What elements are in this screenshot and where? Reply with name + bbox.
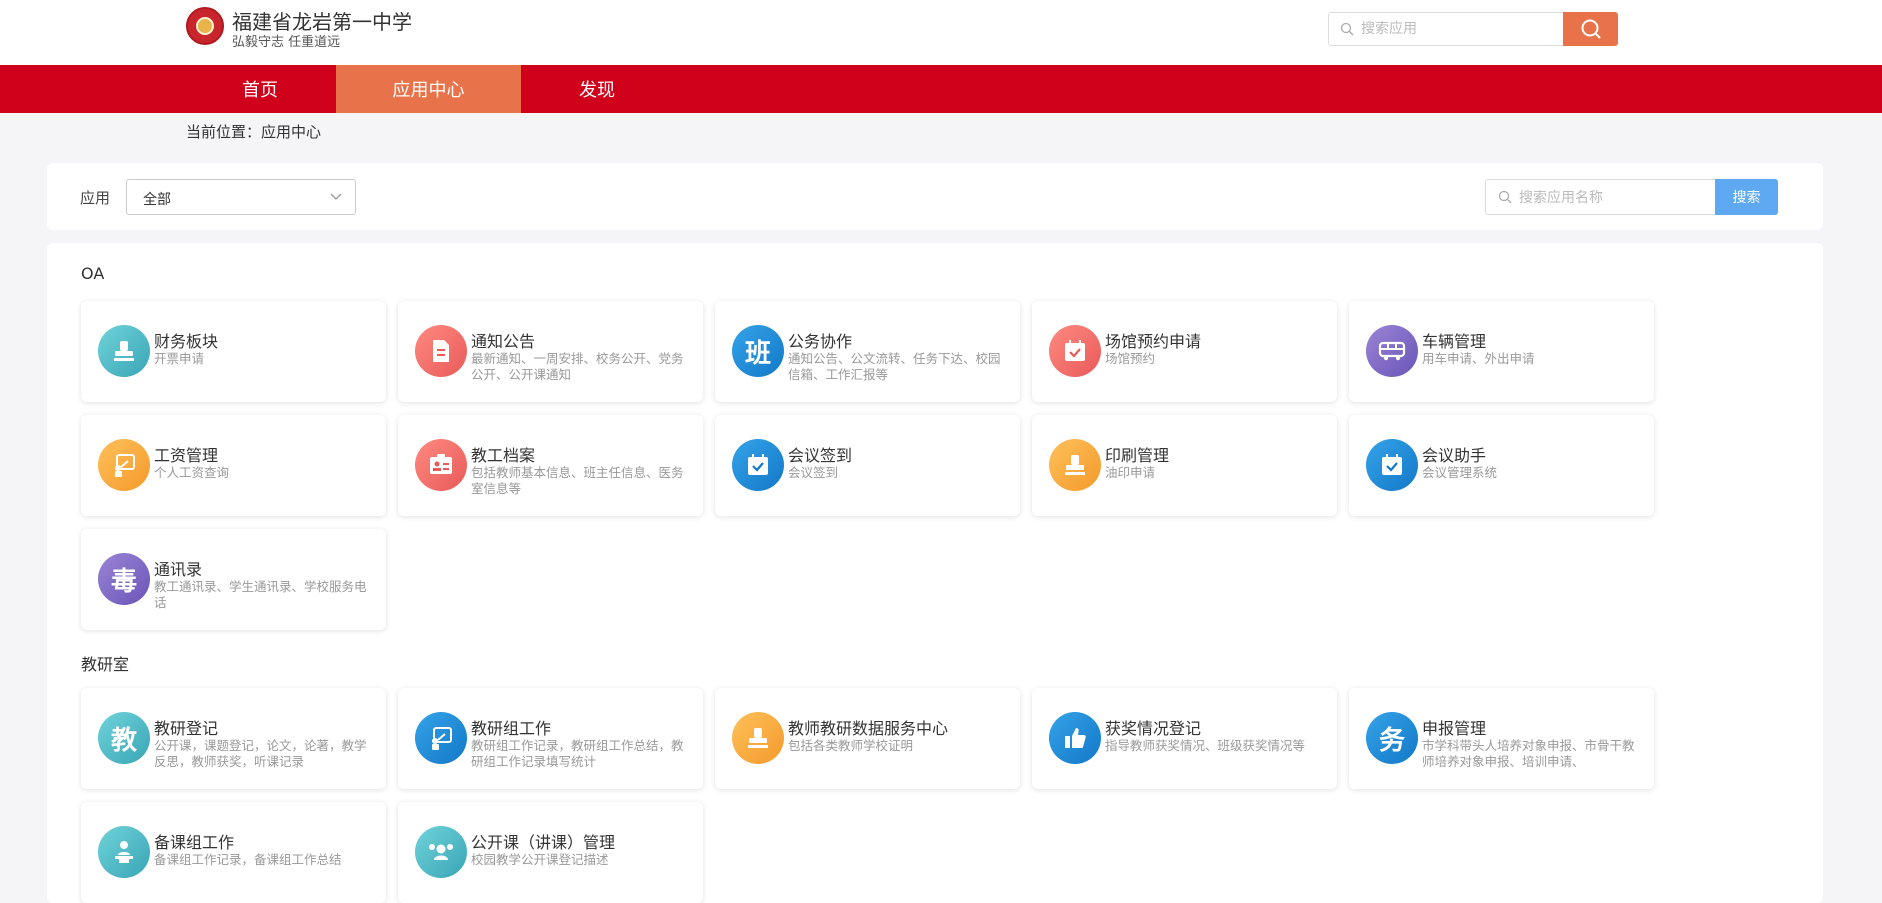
id-card-icon [415, 439, 467, 491]
app-title: 通知公告 [471, 332, 536, 351]
school-emblem-icon[interactable] [186, 7, 224, 45]
app-desc: 指导教师获奖情况、班级获奖情况等 [1105, 738, 1306, 753]
search-icon [1340, 22, 1354, 36]
app-title: 备课组工作 [154, 833, 235, 852]
app-card[interactable]: 印刷管理 油印申请 [1032, 415, 1337, 516]
app-card[interactable]: 会议助手 会议管理系统 [1349, 415, 1654, 516]
nav-discover[interactable]: 发现 [521, 65, 673, 113]
search-icon [1498, 190, 1512, 204]
category-select-value: 全部 [143, 192, 171, 208]
section-title-jiaoyan: 教研室 [81, 655, 130, 674]
text-du-icon: 毒 [98, 553, 150, 605]
app-card[interactable]: 财务板块 开票申请 [81, 301, 386, 402]
app-title: 教师教研数据服务中心 [788, 719, 949, 738]
app-search-input[interactable] [1519, 187, 1709, 209]
app-title: 教研登记 [154, 719, 219, 738]
top-search-button[interactable] [1563, 12, 1618, 46]
bus-icon [1366, 325, 1418, 377]
stamp-icon [98, 325, 150, 377]
app-title: 车辆管理 [1422, 332, 1487, 351]
app-desc: 公开课，课题登记，论文，论著，教学反思，教师获奖，听课记录 [154, 738, 367, 769]
filter-bar: 应用 全部 搜索 [47, 163, 1823, 230]
calendar-check-icon [1049, 325, 1101, 377]
app-search-box[interactable] [1485, 179, 1715, 215]
thumbs-up-icon [1049, 712, 1101, 764]
app-title: 工资管理 [154, 446, 219, 465]
app-desc: 会议管理系统 [1422, 465, 1498, 480]
app-card[interactable]: 务 申报管理 市学科带头人培养对象申报、市骨干教师培养对象申报、培训申请、 [1349, 688, 1654, 789]
app-card[interactable]: 教研组工作 教研组工作记录，教研组工作总结，教研组工作记录填写统计 [398, 688, 703, 789]
app-desc: 油印申请 [1105, 465, 1156, 480]
stamp-icon [732, 712, 784, 764]
filter-label: 应用 [80, 189, 111, 207]
app-desc: 通知公告、公文流转、任务下达、校园信箱、工作汇报等 [788, 351, 1001, 382]
chevron-down-icon [330, 193, 342, 200]
app-search-button[interactable]: 搜索 [1715, 179, 1778, 215]
app-title: 通讯录 [154, 560, 203, 579]
app-desc: 会议签到 [788, 465, 839, 480]
app-title: 教研组工作 [471, 719, 552, 738]
app-desc: 包括各类教师学校证明 [788, 738, 914, 753]
main-nav: 首页 应用中心 发现 [0, 65, 1882, 113]
magnifier-icon [1581, 19, 1601, 39]
app-desc: 最新通知、一周安排、校务公开、党务公开、公开课通知 [471, 351, 684, 382]
app-title: 教工档案 [471, 446, 536, 465]
app-card[interactable]: 会议签到 会议签到 [715, 415, 1020, 516]
app-card[interactable]: 教工档案 包括教师基本信息、班主任信息、医务室信息等 [398, 415, 703, 516]
app-title: 会议助手 [1422, 446, 1487, 465]
presentation-icon [98, 439, 150, 491]
group-icon [415, 826, 467, 878]
app-card[interactable]: 教师教研数据服务中心 包括各类教师学校证明 [715, 688, 1020, 789]
app-title: 会议签到 [788, 446, 853, 465]
app-card[interactable]: 车辆管理 用车申请、外出申请 [1349, 301, 1654, 402]
app-title: 获奖情况登记 [1105, 719, 1202, 738]
top-search-input[interactable] [1361, 18, 1557, 40]
app-desc: 教工通讯录、学生通讯录、学校服务电话 [154, 579, 367, 610]
app-desc: 个人工资查询 [154, 465, 230, 480]
app-card[interactable]: 场馆预约申请 场馆预约 [1032, 301, 1337, 402]
app-card[interactable]: 毒 通讯录 教工通讯录、学生通讯录、学校服务电话 [81, 529, 386, 630]
app-title: 财务板块 [154, 332, 219, 351]
app-desc: 开票申请 [154, 351, 205, 366]
document-icon [415, 325, 467, 377]
app-card[interactable]: 班 公务协作 通知公告、公文流转、任务下达、校园信箱、工作汇报等 [715, 301, 1020, 402]
app-title: 场馆预约申请 [1105, 332, 1202, 351]
app-desc: 用车申请、外出申请 [1422, 351, 1535, 366]
apps-panel: OA 财务板块 开票申请 通知公告 最新通知、一周安排、校务公开、党务公开、公开… [47, 243, 1823, 903]
text-ban-icon: 班 [732, 325, 784, 377]
school-motto: 弘毅守志 任重道远 [232, 35, 341, 50]
app-card[interactable]: 获奖情况登记 指导教师获奖情况、班级获奖情况等 [1032, 688, 1337, 789]
nav-home[interactable]: 首页 [186, 65, 334, 113]
app-desc: 市学科带头人培养对象申报、市骨干教师培养对象申报、培训申请、 [1422, 738, 1635, 769]
app-desc: 场馆预约 [1105, 351, 1156, 366]
app-desc: 校园教学公开课登记描述 [471, 852, 609, 867]
app-card[interactable]: 通知公告 最新通知、一周安排、校务公开、党务公开、公开课通知 [398, 301, 703, 402]
text-jiao-icon: 教 [98, 712, 150, 764]
category-select[interactable]: 全部 [126, 179, 356, 215]
text-wu-icon: 务 [1366, 712, 1418, 764]
header: 福建省龙岩第一中学 弘毅守志 任重道远 [0, 0, 1882, 65]
app-title: 公开课（讲课）管理 [471, 833, 616, 852]
calendar-check-icon [732, 439, 784, 491]
app-title: 申报管理 [1422, 719, 1487, 738]
app-card[interactable]: 工资管理 个人工资查询 [81, 415, 386, 516]
app-title: 印刷管理 [1105, 446, 1170, 465]
calendar-check-icon [1366, 439, 1418, 491]
app-title: 公务协作 [788, 332, 853, 351]
app-desc: 备课组工作记录，备课组工作总结 [154, 852, 342, 867]
app-card[interactable]: 教 教研登记 公开课，课题登记，论文，论著，教学反思，教师获奖，听课记录 [81, 688, 386, 789]
nav-app-center[interactable]: 应用中心 [336, 65, 521, 113]
section-title-oa: OA [81, 264, 105, 283]
app-desc: 包括教师基本信息、班主任信息、医务室信息等 [471, 465, 684, 496]
app-desc: 教研组工作记录，教研组工作总结，教研组工作记录填写统计 [471, 738, 684, 769]
stamp-icon [1049, 439, 1101, 491]
top-search-box[interactable] [1328, 12, 1564, 46]
lecturer-icon [98, 826, 150, 878]
presentation-icon [415, 712, 467, 764]
breadcrumb: 当前位置：应用中心 [186, 123, 322, 141]
